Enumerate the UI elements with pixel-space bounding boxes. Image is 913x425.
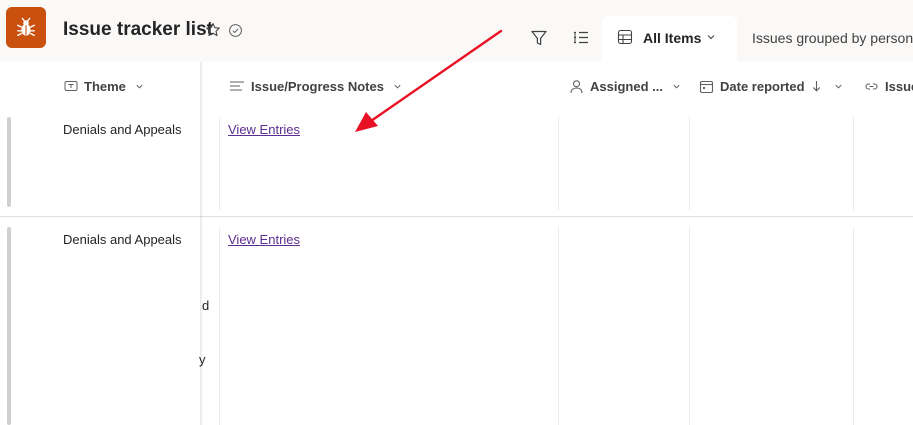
view-tab-grouped-by-person[interactable]: Issues grouped by person [752, 30, 913, 46]
favorite-star-icon[interactable] [205, 22, 221, 38]
column-divider [558, 117, 559, 210]
theme-cell: Denials and Appeals [63, 122, 182, 137]
column-header-assigned[interactable]: Assigned ... [569, 77, 681, 95]
table-row[interactable]: Denials and Appeals View Entries [0, 107, 913, 216]
chevron-down-icon [394, 84, 401, 89]
column-header-issue[interactable]: Issue [864, 77, 913, 95]
page-title[interactable]: Issue tracker list [63, 19, 213, 41]
view-tab-label: All Items [643, 30, 702, 46]
text-field-icon [64, 81, 78, 91]
column-header-label: Date reported [720, 78, 805, 94]
chevron-down-icon [136, 84, 143, 89]
column-header-date-reported[interactable]: Date reported [699, 77, 843, 95]
column-header-theme[interactable]: Theme [64, 77, 144, 95]
frozen-column-divider [200, 62, 203, 425]
column-header-label: Theme [84, 78, 126, 94]
column-divider [689, 227, 690, 425]
column-divider [689, 117, 690, 210]
column-header-label: Issue [885, 78, 913, 94]
sort-descending-arrow-icon [812, 81, 820, 92]
group-by-icon[interactable] [572, 29, 590, 47]
filter-icon[interactable] [530, 29, 548, 47]
view-tab-all-items[interactable]: All Items [602, 16, 737, 62]
column-divider [853, 227, 854, 425]
column-header-label: Issue/Progress Notes [251, 78, 384, 94]
command-bar: Issue tracker list All Items Issues grou… [0, 0, 913, 62]
status-check-icon[interactable] [228, 23, 243, 38]
clipped-cell-text: d [202, 298, 210, 313]
column-divider [558, 227, 559, 425]
calendar-icon [699, 80, 714, 93]
theme-cell: Denials and Appeals [63, 232, 182, 247]
column-header-label: Assigned ... [590, 78, 663, 94]
table-row[interactable]: Denials and Appeals d y View Entries [0, 217, 913, 425]
row-selection-bar[interactable] [7, 227, 11, 425]
view-entries-link[interactable]: View Entries [228, 232, 300, 247]
column-divider [853, 117, 854, 210]
chevron-down-icon [834, 84, 842, 89]
bug-icon [17, 17, 35, 36]
column-header-issue-progress-notes[interactable]: Issue/Progress Notes [229, 77, 402, 95]
chevron-down-icon [673, 84, 680, 89]
multiline-text-icon [230, 81, 244, 91]
row-selection-bar[interactable] [7, 117, 11, 207]
link-icon [865, 82, 878, 90]
column-divider [219, 117, 220, 210]
person-icon [570, 79, 583, 93]
app-icon-tile [6, 7, 46, 48]
chevron-down-icon [707, 35, 715, 40]
table-grid-icon [617, 29, 633, 45]
view-entries-link[interactable]: View Entries [228, 122, 300, 137]
column-divider [219, 227, 220, 425]
